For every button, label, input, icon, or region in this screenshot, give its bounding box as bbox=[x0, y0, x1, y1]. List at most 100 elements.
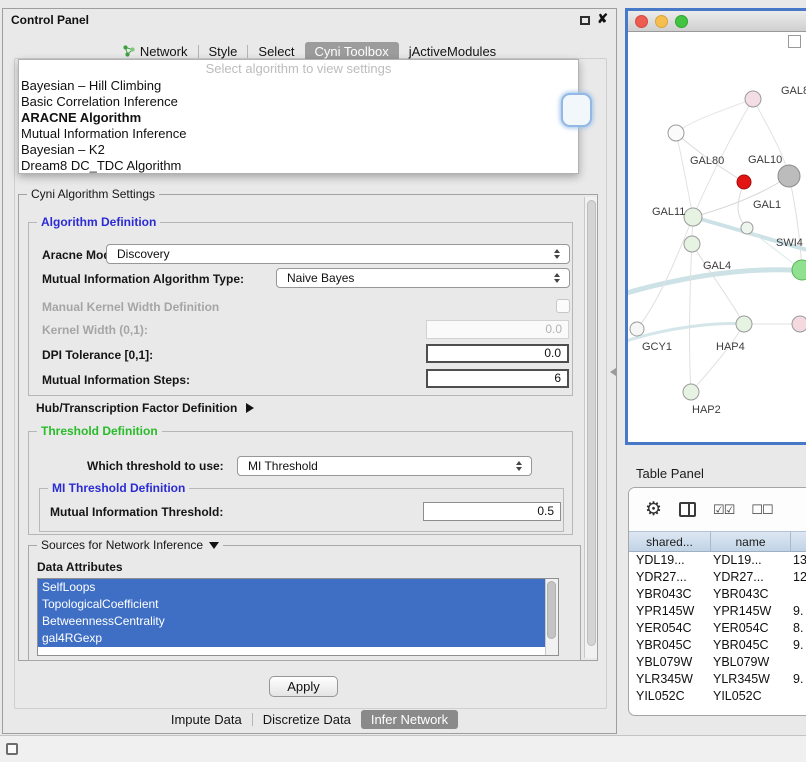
tab-discretize-data[interactable]: Discretize Data bbox=[253, 710, 361, 729]
table-row[interactable]: YER054C YER054C 8. bbox=[629, 620, 806, 637]
network-node-label: GCY1 bbox=[642, 341, 672, 353]
algorithm-option[interactable]: Bayesian – Hill Climbing bbox=[19, 78, 578, 94]
float-window-icon[interactable] bbox=[580, 16, 590, 25]
table-row[interactable]: YPR145W YPR145W 9. bbox=[629, 603, 806, 620]
settings-scrollbar[interactable] bbox=[584, 197, 597, 658]
tab-style[interactable]: Style bbox=[199, 42, 248, 61]
columns-icon[interactable] bbox=[679, 502, 696, 517]
tab-network[interactable]: Network bbox=[113, 42, 198, 61]
table-cell: YBL079W bbox=[711, 654, 791, 671]
network-node[interactable] bbox=[684, 236, 700, 252]
algorithm-option[interactable]: ARACNE Algorithm bbox=[19, 110, 578, 126]
network-node[interactable] bbox=[736, 316, 752, 332]
tab-infer-network[interactable]: Infer Network bbox=[361, 710, 458, 729]
mac-close-button[interactable] bbox=[635, 15, 648, 28]
network-node[interactable] bbox=[630, 322, 644, 336]
tab-jactivemodules[interactable]: jActiveModules bbox=[399, 42, 506, 61]
network-icon bbox=[123, 45, 135, 57]
data-attributes-label: Data Attributes bbox=[37, 560, 123, 574]
tab-label: Impute Data bbox=[171, 712, 242, 727]
tab-impute-data[interactable]: Impute Data bbox=[161, 710, 252, 729]
sources-section-title[interactable]: Sources for Network Inference bbox=[37, 538, 223, 552]
mac-zoom-button[interactable] bbox=[675, 15, 688, 28]
table-row[interactable]: YBR045C YBR045C 9. bbox=[629, 637, 806, 654]
minimized-panel-icon[interactable] bbox=[6, 743, 18, 755]
scrollbar-thumb[interactable] bbox=[547, 581, 556, 639]
network-canvas[interactable]: GAL8GAL80GAL10GAL11GAL1SWI4GAL4GCY1HAP4H… bbox=[628, 32, 806, 442]
dropdown-placeholder: Select algorithm to view settings bbox=[19, 60, 578, 78]
scrollbar-thumb[interactable] bbox=[587, 200, 596, 646]
table-row[interactable]: YLR345W YLR345W 9. bbox=[629, 671, 806, 688]
network-node[interactable] bbox=[792, 260, 806, 280]
network-node-label: HAP2 bbox=[692, 404, 721, 416]
birdseye-view-toggle[interactable] bbox=[788, 35, 801, 48]
mi-algorithm-type-select[interactable]: Naive Bayes bbox=[276, 268, 570, 288]
network-node[interactable] bbox=[737, 175, 751, 189]
control-panel-window: Control Panel ✘ Network Style Select Cyn… bbox=[2, 8, 617, 734]
mi-threshold-input[interactable]: 0.5 bbox=[423, 502, 561, 521]
network-node[interactable] bbox=[778, 165, 800, 187]
focused-control-button[interactable] bbox=[561, 93, 592, 127]
algorithm-option[interactable]: Dream8 DC_TDC Algorithm bbox=[19, 158, 578, 174]
network-edge[interactable] bbox=[691, 324, 744, 392]
network-node[interactable] bbox=[684, 208, 702, 226]
gear-icon[interactable]: ⚙ bbox=[645, 500, 662, 519]
network-node[interactable] bbox=[668, 125, 684, 141]
kernel-width-input[interactable]: 0.0 bbox=[426, 320, 569, 339]
table-row[interactable]: YIL052C YIL052C bbox=[629, 688, 806, 705]
column-header-name[interactable]: name bbox=[711, 532, 791, 551]
mi-steps-input[interactable]: 6 bbox=[426, 369, 569, 388]
algorithm-option[interactable]: Basic Correlation Inference bbox=[19, 94, 578, 110]
attributes-scrollbar[interactable] bbox=[545, 579, 558, 655]
aracne-mode-select[interactable]: Discovery bbox=[106, 244, 570, 264]
close-icon[interactable]: ✘ bbox=[597, 11, 608, 27]
which-threshold-select[interactable]: MI Threshold bbox=[237, 456, 532, 476]
network-node[interactable] bbox=[745, 91, 761, 107]
threshold-definition-section: Threshold Definition Which threshold to … bbox=[28, 431, 573, 535]
tab-label: Discretize Data bbox=[263, 712, 351, 727]
manual-kernel-label: Manual Kernel Width Definition bbox=[42, 300, 219, 314]
attribute-item[interactable]: TopologicalCoefficient bbox=[38, 596, 545, 613]
network-edge[interactable] bbox=[692, 244, 744, 324]
algorithm-option[interactable]: Mutual Information Inference bbox=[19, 126, 578, 142]
deselect-all-checkboxes-icon[interactable]: ☐☐ bbox=[751, 503, 772, 516]
table-cell: YER054C bbox=[711, 620, 791, 637]
manual-kernel-checkbox[interactable] bbox=[556, 299, 570, 313]
table-cell: 9. bbox=[791, 603, 806, 620]
table-cell: 12 bbox=[791, 569, 806, 586]
control-panel-titlebar[interactable]: Control Panel ✘ bbox=[3, 9, 616, 33]
network-edge[interactable] bbox=[637, 217, 693, 329]
dpi-tolerance-input[interactable]: 0.0 bbox=[426, 344, 569, 363]
select-all-checkboxes-icon[interactable]: ☑☑ bbox=[713, 503, 734, 516]
network-node[interactable] bbox=[683, 384, 699, 400]
network-node-label: HAP4 bbox=[716, 341, 745, 353]
table-row[interactable]: YDR27... YDR27... 12 bbox=[629, 569, 806, 586]
hub-definition-expander[interactable]: Hub/Transcription Factor Definition bbox=[36, 401, 254, 415]
network-edge[interactable] bbox=[628, 324, 744, 342]
algorithm-dropdown-popup: Select algorithm to view settings Bayesi… bbox=[18, 59, 579, 174]
tab-cyni-toolbox[interactable]: Cyni Toolbox bbox=[305, 42, 399, 61]
table-cell: YLR345W bbox=[629, 671, 711, 688]
data-attributes-list[interactable]: SelfLoopsTopologicalCoefficientBetweenne… bbox=[37, 578, 559, 656]
network-edge[interactable] bbox=[789, 176, 802, 270]
network-edge[interactable] bbox=[676, 99, 753, 133]
table-row[interactable]: YDL19... YDL19... 13 bbox=[629, 552, 806, 569]
tab-select[interactable]: Select bbox=[248, 42, 304, 61]
attribute-item[interactable]: SelfLoops bbox=[38, 579, 545, 596]
network-node[interactable] bbox=[741, 222, 753, 234]
column-header-clipped[interactable] bbox=[791, 532, 806, 551]
attribute-item[interactable]: BetweennessCentrality bbox=[38, 613, 545, 630]
table-cell: YBL079W bbox=[629, 654, 711, 671]
section-title: Sources for Network Inference bbox=[41, 538, 203, 552]
network-window-titlebar[interactable] bbox=[628, 11, 806, 32]
attribute-item[interactable]: gal4RGexp bbox=[38, 630, 545, 647]
splitter-collapse-icon[interactable] bbox=[610, 368, 616, 376]
apply-button[interactable]: Apply bbox=[269, 676, 338, 697]
column-header-shared-name[interactable]: shared... bbox=[629, 532, 711, 551]
which-threshold-label: Which threshold to use: bbox=[87, 459, 224, 473]
mac-minimize-button[interactable] bbox=[655, 15, 668, 28]
table-row[interactable]: YBL079W YBL079W bbox=[629, 654, 806, 671]
network-node[interactable] bbox=[792, 316, 806, 332]
table-row[interactable]: YBR043C YBR043C bbox=[629, 586, 806, 603]
algorithm-option[interactable]: Bayesian – K2 bbox=[19, 142, 578, 158]
